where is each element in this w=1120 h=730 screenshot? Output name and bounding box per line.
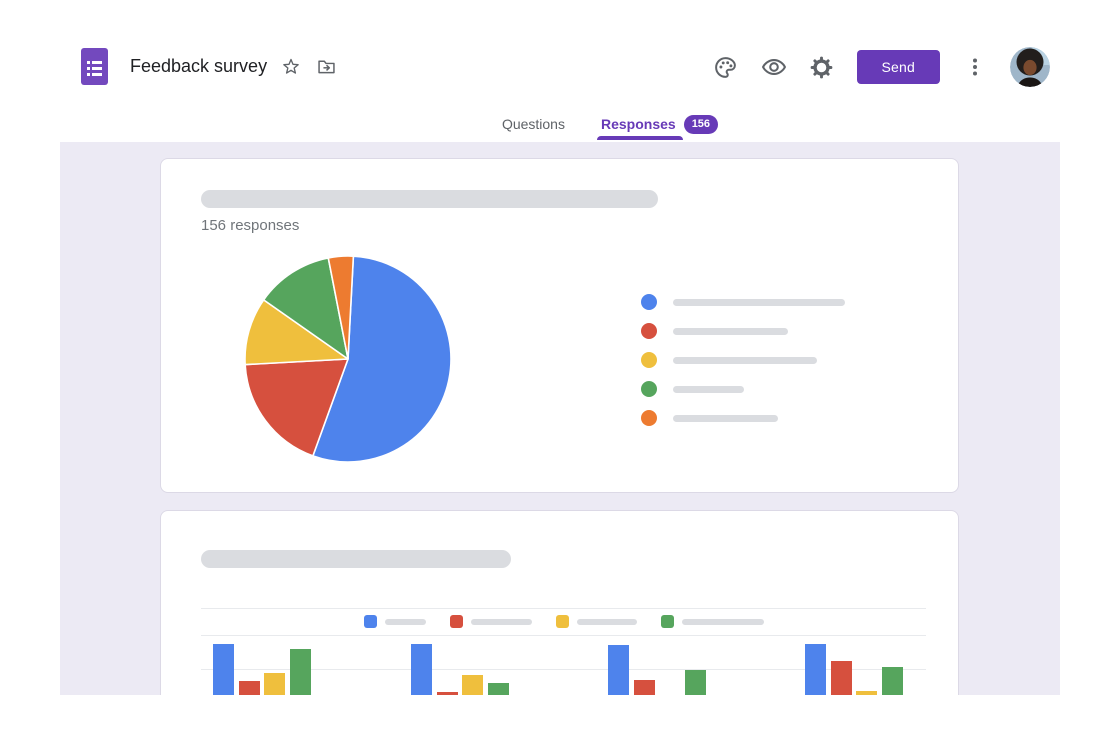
star-icon[interactable] — [280, 56, 302, 78]
legend-dot-blue — [641, 294, 657, 310]
legend-square-yellow — [556, 615, 569, 628]
legend-label-skeleton — [673, 386, 744, 393]
bar-blue-group2 — [411, 644, 432, 695]
more-vertical-icon[interactable] — [962, 54, 988, 80]
legend-dot-green — [641, 381, 657, 397]
google-forms-responses-page: Feedback survey — [0, 0, 1120, 730]
preview-eye-icon[interactable] — [761, 54, 787, 80]
legend-label-skeleton — [682, 619, 764, 625]
bar-green-group2 — [488, 683, 509, 695]
legend-dot-red — [641, 323, 657, 339]
legend-label-skeleton — [673, 415, 778, 422]
pie-legend-item — [641, 410, 845, 426]
tab-bar: Questions Responses 156 — [0, 106, 1120, 142]
bar-chart-plot — [201, 635, 926, 695]
legend-square-green — [661, 615, 674, 628]
legend-label-skeleton — [577, 619, 637, 625]
bar-legend-item — [450, 615, 532, 628]
legend-square-red — [450, 615, 463, 628]
bar-blue-group3 — [608, 645, 629, 695]
move-folder-icon[interactable] — [315, 56, 337, 78]
header-toolbar: Send — [713, 47, 1051, 87]
bar-yellow-group2 — [462, 675, 483, 695]
legend-label-skeleton — [673, 328, 788, 335]
question-summary-card-bar — [160, 510, 959, 695]
pie-legend-item — [641, 323, 845, 339]
pie-chart — [243, 254, 453, 464]
bar-legend-item — [556, 615, 637, 628]
bar-red-group2 — [437, 692, 458, 695]
header-left: Feedback survey — [81, 48, 337, 85]
send-button[interactable]: Send — [857, 50, 941, 84]
bar-chart-legend — [201, 608, 926, 635]
bar-legend-item — [661, 615, 764, 628]
tab-responses-label: Responses — [601, 116, 676, 132]
legend-square-blue — [364, 615, 377, 628]
responses-canvas: 156 responses — [60, 142, 1060, 695]
pie-legend-item — [641, 352, 845, 368]
bar-blue-group1 — [213, 644, 234, 695]
legend-dot-orange — [641, 410, 657, 426]
bar-blue-group4 — [805, 644, 826, 695]
legend-label-skeleton — [385, 619, 426, 625]
question-title-skeleton — [201, 190, 658, 208]
pie-legend — [641, 294, 845, 426]
palette-icon[interactable] — [713, 54, 739, 80]
tab-questions[interactable]: Questions — [502, 106, 565, 140]
tab-responses[interactable]: Responses 156 — [601, 106, 718, 140]
settings-gear-icon[interactable] — [809, 54, 835, 80]
forms-logo-icon[interactable] — [81, 48, 108, 85]
tab-questions-label: Questions — [502, 116, 565, 132]
legend-label-skeleton — [673, 299, 845, 306]
pie-legend-item — [641, 381, 845, 397]
bar-red-group1 — [239, 681, 260, 695]
bar-green-group3 — [685, 670, 706, 695]
responses-count-badge: 156 — [684, 115, 718, 134]
pie-legend-item — [641, 294, 845, 310]
bar-yellow-group4 — [856, 691, 877, 695]
document-title[interactable]: Feedback survey — [130, 56, 267, 77]
bar-green-group1 — [290, 649, 311, 695]
responses-count-text: 156 responses — [201, 217, 299, 234]
avatar[interactable] — [1010, 47, 1050, 87]
bar-legend-item — [364, 615, 426, 628]
legend-label-skeleton — [673, 357, 817, 364]
question-title-skeleton — [201, 550, 511, 568]
legend-dot-yellow — [641, 352, 657, 368]
bar-yellow-group1 — [264, 673, 285, 695]
legend-label-skeleton — [471, 619, 532, 625]
active-tab-underline — [597, 136, 683, 140]
question-summary-card-pie: 156 responses — [160, 158, 959, 493]
bar-red-group4 — [831, 661, 852, 695]
bar-green-group4 — [882, 667, 903, 695]
bar-red-group3 — [634, 680, 655, 695]
